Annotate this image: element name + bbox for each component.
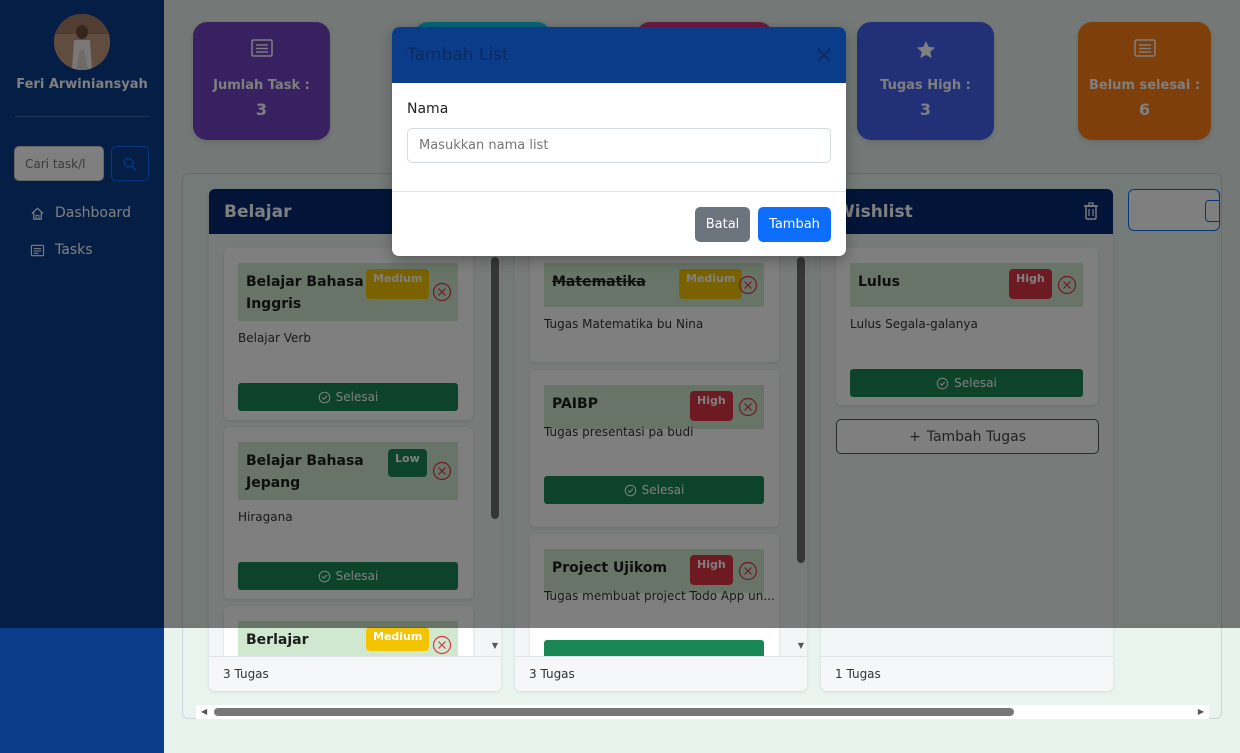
modal-header: Tambah List (392, 27, 846, 83)
close-icon[interactable] (816, 47, 832, 63)
modal-title: Tambah List (407, 45, 509, 65)
scroll-thumb[interactable] (214, 708, 1014, 716)
delete-task-icon[interactable] (432, 635, 452, 655)
modal-divider (392, 191, 846, 192)
cancel-button[interactable]: Batal (695, 207, 750, 242)
complete-button[interactable] (544, 640, 764, 656)
scroll-left-arrow[interactable]: ◀ (201, 707, 207, 716)
scroll-down-arrow[interactable]: ▼ (492, 641, 498, 650)
column-footer: 3 Tugas (209, 656, 501, 691)
scroll-right-arrow[interactable]: ▶ (1198, 707, 1204, 716)
submit-button[interactable]: Tambah (758, 207, 831, 242)
list-name-input[interactable] (407, 128, 831, 163)
task-title: Berlajar (246, 632, 309, 648)
add-list-modal: Tambah List Nama Batal Tambah (392, 27, 846, 256)
scroll-down-arrow[interactable]: ▼ (798, 641, 804, 650)
column-footer: 1 Tugas (821, 656, 1113, 691)
column-footer: 3 Tugas (515, 656, 807, 691)
name-field-label: Nama (407, 101, 449, 117)
priority-badge: Medium (366, 627, 430, 651)
horizontal-scrollbar[interactable]: ◀ ▶ (196, 705, 1209, 719)
